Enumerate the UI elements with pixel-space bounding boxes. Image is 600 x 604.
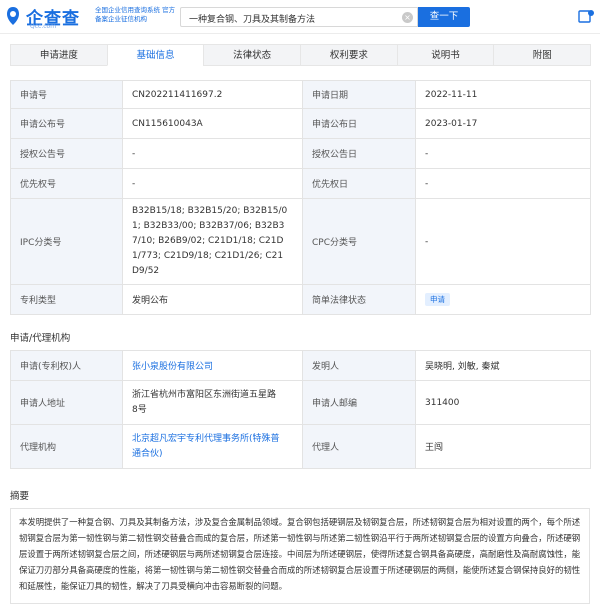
application-date: 2022-11-11 [415,80,591,109]
field-label: 优先权日 [302,168,416,199]
ipc-line: B32B15/18; B32B15/20; B32B15/0 [132,206,288,216]
abstract-text: 本发明提供了一种复合钢、刀具及其制备方法，涉及复合金属制品领域。复合钢包括硬钢层… [10,508,590,604]
user-menu-icon[interactable] [578,8,596,24]
table-row: 申请人地址 浙江省杭州市富阳区东洲街道五星路 8号 申请人邮编 311400 [10,380,591,425]
applicant-address: 浙江省杭州市富阳区东洲街道五星路 8号 [122,380,303,425]
section-title-abstract: 摘要 [10,491,30,502]
field-label: 申请公布号 [10,108,123,139]
priority-number: - [122,168,303,199]
tab-progress[interactable]: 申请进度 [10,44,108,66]
status-badge: 申请 [425,293,450,306]
agent-org-link[interactable]: 北京超凡宏宇专利代理事务所(特殊普 通合伙) [122,424,303,469]
patent-type: 发明公布 [122,284,303,315]
field-label: 申请人邮编 [302,380,416,425]
field-label: 代理人 [302,424,416,469]
priority-date: - [415,168,591,199]
table-row: IPC分类号 B32B15/18; B32B15/20; B32B15/0 1;… [10,198,591,285]
table-row: 代理机构 北京超凡宏宇专利代理事务所(特殊普 通合伙) 代理人 王闯 [10,424,591,469]
tab-claims[interactable]: 权利要求 [300,44,398,66]
table-row: 申请公布号 CN115610043A 申请公布日 2023-01-17 [10,108,591,139]
table-row: 申请号 CN202211411697.2 申请日期 2022-11-11 [10,80,591,109]
slogan: 全国企业信用查询系统 官方备案企业征信机构 [95,6,176,23]
applicant-name[interactable]: 张小泉股份有限公司 [132,362,213,372]
tab-legal-status[interactable]: 法律状态 [203,44,302,66]
field-label: IPC分类号 [10,198,123,285]
agent-name: 王闯 [415,424,591,469]
grant-number: - [122,138,303,169]
logo-icon [7,7,19,25]
address-line: 8号 [132,404,147,415]
cpc-classification: - [415,198,591,285]
agent-org-line[interactable]: 北京超凡宏宇专利代理事务所(特殊普 [132,432,293,447]
ipc-line: D9/52 [132,266,160,276]
ipc-line: 1; B32B33/00; B32B37/06; B32B3 [132,221,285,231]
ipc-line: 7/10; B26B9/02; C21D1/18; C21D [132,236,284,246]
field-label: 授权公告日 [302,138,416,169]
search-input[interactable]: 一种复合钢、刀具及其制备方法 × [180,7,418,27]
ipc-line: 1/773; C21D9/18; C21D1/26; C21 [132,251,284,261]
field-label: CPC分类号 [302,198,416,285]
table-row: 专利类型 发明公布 简单法律状态 申请 [10,284,591,315]
inventor: 吴晓明, 刘敏, 秦斌 [415,350,591,381]
tab-bar: 申请进度 基础信息 法律状态 权利要求 说明书 附图 [10,44,592,66]
application-number: CN202211411697.2 [122,80,303,109]
agency-table: 申请(专利权)人 张小泉股份有限公司 发明人 吴晓明, 刘敏, 秦斌 申请人地址… [10,350,591,469]
top-bar: 企查查 Qcc.com 全国企业信用查询系统 官方备案企业征信机构 一种复合钢、… [0,0,600,34]
search-button[interactable]: 查一下 [418,7,470,27]
field-label: 专利类型 [10,284,123,315]
field-label: 申请(专利权)人 [10,350,123,381]
basic-info-table: 申请号 CN202211411697.2 申请日期 2022-11-11 申请公… [10,80,591,315]
postcode: 311400 [415,380,591,425]
tab-basic-info[interactable]: 基础信息 [106,44,205,66]
tab-description[interactable]: 说明书 [396,44,495,66]
publication-number: CN115610043A [122,108,303,139]
field-label: 简单法律状态 [302,284,416,315]
field-label: 授权公告号 [10,138,123,169]
publication-date: 2023-01-17 [415,108,591,139]
grant-date: - [415,138,591,169]
field-label: 优先权号 [10,168,123,199]
field-label: 发明人 [302,350,416,381]
field-label: 申请公布日 [302,108,416,139]
field-label: 代理机构 [10,424,123,469]
agent-org-line[interactable]: 通合伙) [132,447,293,462]
search-input-value: 一种复合钢、刀具及其制备方法 [189,15,316,25]
table-row: 优先权号 - 优先权日 - [10,168,591,199]
legal-status-cell: 申请 [415,284,591,315]
table-row: 申请(专利权)人 张小泉股份有限公司 发明人 吴晓明, 刘敏, 秦斌 [10,350,591,381]
applicant-link[interactable]: 张小泉股份有限公司 [122,350,303,381]
section-title-agency: 申请/代理机构 [10,333,71,344]
field-label: 申请号 [10,80,123,109]
field-label: 申请人地址 [10,380,123,425]
tab-drawings[interactable]: 附图 [493,44,592,66]
address-line: 浙江省杭州市富阳区东洲街道五星路 [132,389,277,400]
clear-icon[interactable]: × [402,12,413,23]
table-row: 授权公告号 - 授权公告日 - [10,138,591,169]
field-label: 申请日期 [302,80,416,109]
ipc-classification: B32B15/18; B32B15/20; B32B15/0 1; B32B33… [122,198,303,285]
logo-domain: Qcc.com [30,23,57,30]
